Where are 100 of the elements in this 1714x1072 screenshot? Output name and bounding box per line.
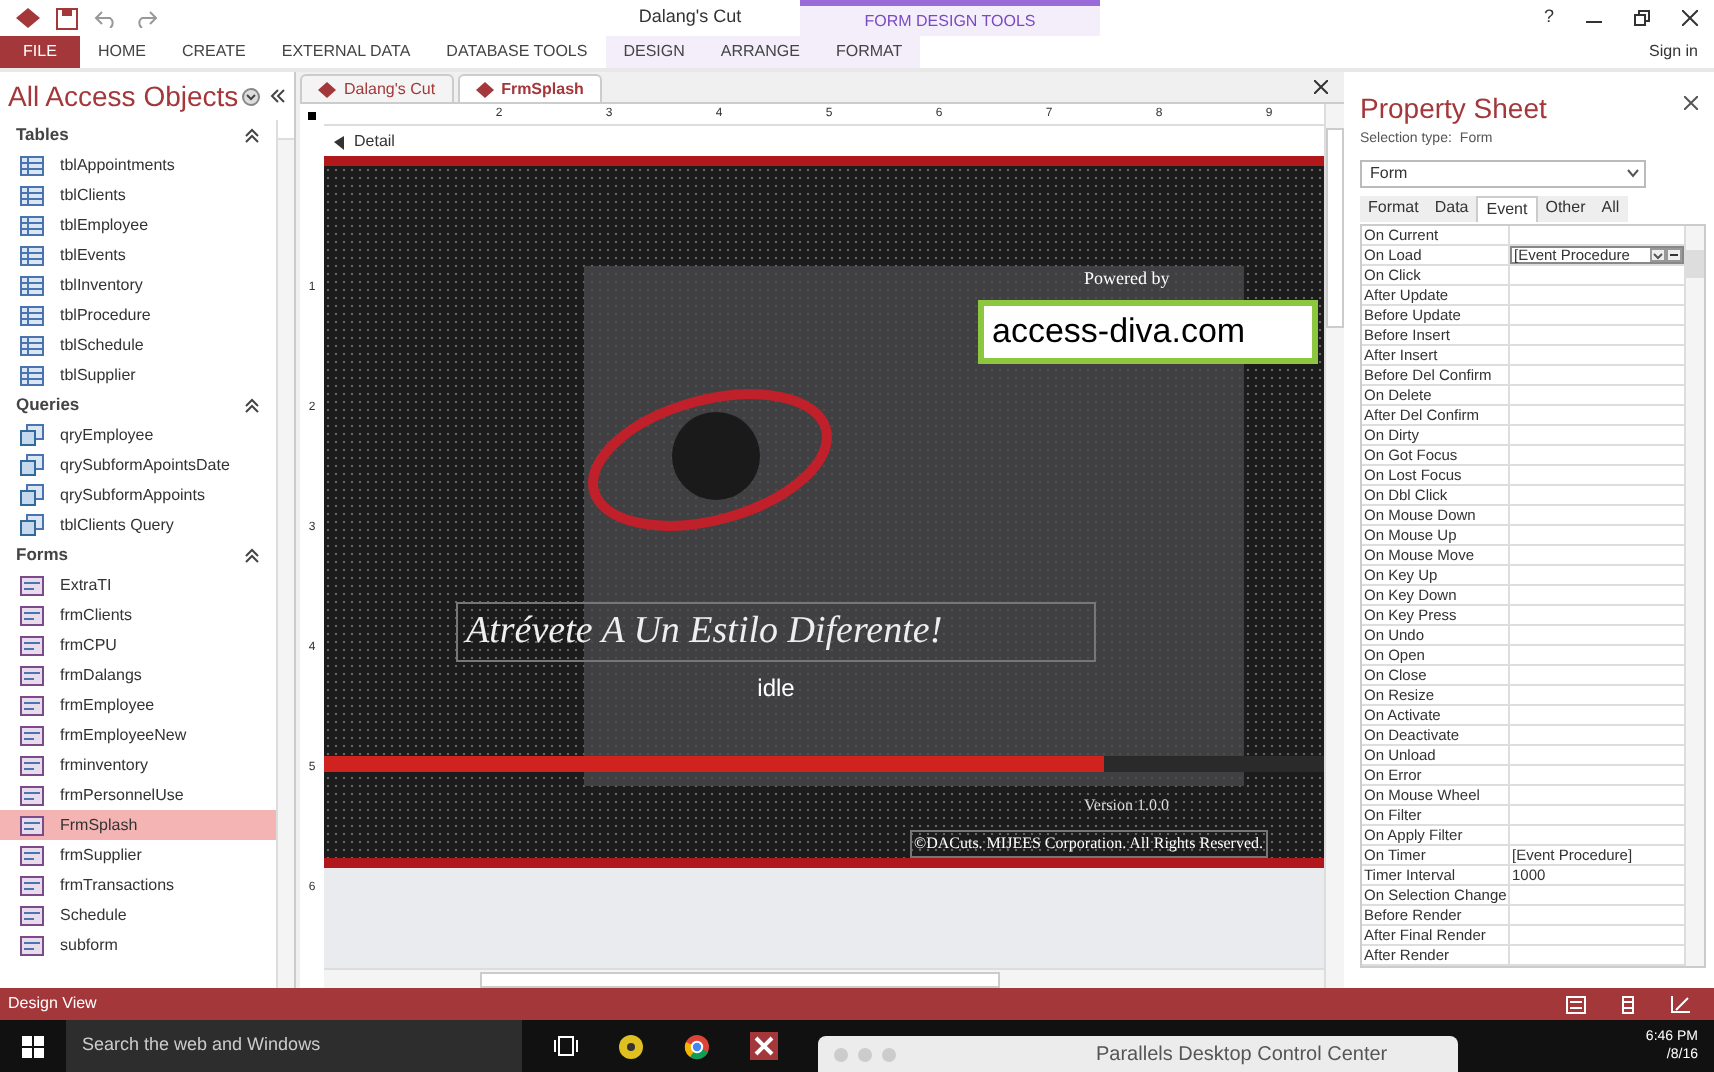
form-icon: [20, 665, 44, 685]
builder-icon[interactable]: [1650, 247, 1682, 261]
access-diva-logo: access-diva.com: [978, 300, 1318, 364]
nav-item[interactable]: frmClients: [0, 600, 276, 630]
nav-item[interactable]: frmEmployeeNew: [0, 720, 276, 750]
property-tab[interactable]: Event: [1476, 195, 1538, 221]
app-logo-icon: [16, 8, 40, 28]
form-icon: [20, 725, 44, 745]
nav-item[interactable]: frmSupplier: [0, 840, 276, 870]
table-icon: [20, 245, 44, 265]
nav-item[interactable]: frmCPU: [0, 630, 276, 660]
property-tab[interactable]: Other: [1537, 195, 1594, 221]
horizontal-scrollbar[interactable]: [324, 968, 1324, 988]
undo-icon[interactable]: [94, 8, 118, 28]
collapse-icon[interactable]: [244, 397, 260, 413]
app-icon[interactable]: [750, 1032, 778, 1060]
collapse-pane-icon[interactable]: [270, 88, 286, 104]
form-icon: [20, 935, 44, 955]
nav-item[interactable]: tblAppointments: [0, 150, 276, 180]
design-view-icon[interactable]: [1670, 995, 1690, 1013]
nav-item[interactable]: FrmSplash: [0, 810, 276, 840]
form-icon: [20, 845, 44, 865]
task-view-icon[interactable]: [554, 1036, 578, 1056]
section-bar[interactable]: Detail: [324, 128, 1324, 156]
property-tab[interactable]: All: [1593, 195, 1628, 221]
version-text: Version 1.0.0: [1084, 794, 1169, 818]
query-icon: [20, 454, 44, 476]
disc-icon[interactable]: [618, 1033, 644, 1059]
collapse-icon[interactable]: [244, 547, 260, 563]
form-icon: [20, 575, 44, 595]
nav-item[interactable]: frmTransactions: [0, 870, 276, 900]
document-tab[interactable]: Dalang's Cut: [300, 74, 454, 102]
nav-item[interactable]: qrySubformAppoints: [0, 480, 276, 510]
layout-view-icon[interactable]: [1618, 995, 1638, 1013]
ribbon-tab[interactable]: HOME: [80, 36, 164, 68]
collapse-icon[interactable]: [244, 127, 260, 143]
nav-item[interactable]: tblEmployee: [0, 210, 276, 240]
nav-item[interactable]: tblSupplier: [0, 360, 276, 390]
ribbon-tab[interactable]: DATABASE TOOLS: [428, 36, 606, 68]
nav-item[interactable]: frminventory: [0, 750, 276, 780]
form-icon: [20, 755, 44, 775]
form-view-icon[interactable]: [1566, 995, 1586, 1013]
query-icon: [20, 514, 44, 536]
nav-item[interactable]: ExtraTI: [0, 570, 276, 600]
windows-start-icon[interactable]: [22, 1035, 44, 1057]
nav-item[interactable]: Schedule: [0, 900, 276, 930]
form-icon: [20, 695, 44, 715]
property-scrollbar[interactable]: [1684, 225, 1704, 965]
redo-icon[interactable]: [134, 8, 158, 28]
nav-item[interactable]: tblClients: [0, 180, 276, 210]
ribbon-tab[interactable]: ARRANGE: [702, 36, 818, 68]
close-icon[interactable]: [1314, 80, 1328, 94]
copyright-text: ©DACuts. MIJEES Corporation. All Rights Reserved.: [910, 830, 1268, 858]
ribbon-tab[interactable]: CREATE: [164, 36, 264, 68]
document-tab[interactable]: FrmSplash: [457, 74, 602, 102]
nav-item[interactable]: tblClients Query: [0, 510, 276, 540]
nav-item[interactable]: frmDalangs: [0, 660, 276, 690]
table-icon: [20, 365, 44, 385]
form-icon: [20, 605, 44, 625]
group-header[interactable]: Tables: [16, 122, 69, 148]
object-dropdown[interactable]: Form: [1360, 159, 1646, 187]
scrollbar[interactable]: [276, 120, 294, 988]
ribbon-tab[interactable]: EXTERNAL DATA: [263, 36, 429, 68]
restore-icon[interactable]: [1634, 10, 1650, 26]
sign-in-link[interactable]: Sign in: [1649, 40, 1714, 64]
property-tab[interactable]: Format: [1360, 195, 1427, 221]
browser-icon[interactable]: [684, 1033, 710, 1059]
close-icon[interactable]: [1682, 10, 1698, 26]
save-icon[interactable]: [56, 7, 78, 29]
nav-item[interactable]: tblInventory: [0, 270, 276, 300]
ribbon-tab[interactable]: FILE: [0, 36, 80, 68]
vertical-scrollbar[interactable]: [1324, 104, 1344, 988]
window-title: Dalang's Cut: [636, 4, 744, 31]
close-icon[interactable]: [1684, 96, 1698, 110]
form-icon: [20, 815, 44, 835]
help-button[interactable]: ?: [1543, 4, 1554, 32]
group-header[interactable]: Forms: [16, 542, 68, 568]
taskbar-search-field[interactable]: Search the web and Windows: [66, 1020, 522, 1072]
chevron-down-icon: [1624, 164, 1642, 182]
property-tab[interactable]: Data: [1426, 195, 1477, 221]
context-tab-label: FORM DESIGN TOOLS: [800, 0, 1100, 36]
nav-item[interactable]: qryEmployee: [0, 420, 276, 450]
table-icon: [20, 335, 44, 355]
nav-item[interactable]: qrySubformApointsDate: [0, 450, 276, 480]
ribbon-tab[interactable]: DESIGN: [605, 36, 703, 68]
nav-item[interactable]: tblEvents: [0, 240, 276, 270]
form-tab-icon: [318, 81, 336, 97]
ribbon-tab[interactable]: FORMAT: [817, 36, 921, 68]
nav-item[interactable]: frmPersonnelUse: [0, 780, 276, 810]
dropdown-icon[interactable]: [242, 87, 261, 105]
nav-item[interactable]: subform: [0, 930, 276, 960]
nav-pane-title: All Access Objects: [8, 77, 239, 116]
table-icon: [20, 275, 44, 295]
group-header[interactable]: Queries: [16, 392, 80, 418]
nav-item[interactable]: tblProcedure: [0, 300, 276, 330]
status-text: idle: [755, 672, 797, 706]
nav-item[interactable]: tblSchedule: [0, 330, 276, 360]
form-icon: [20, 875, 44, 895]
nav-item[interactable]: frmEmployee: [0, 690, 276, 720]
table-icon: [20, 305, 44, 325]
